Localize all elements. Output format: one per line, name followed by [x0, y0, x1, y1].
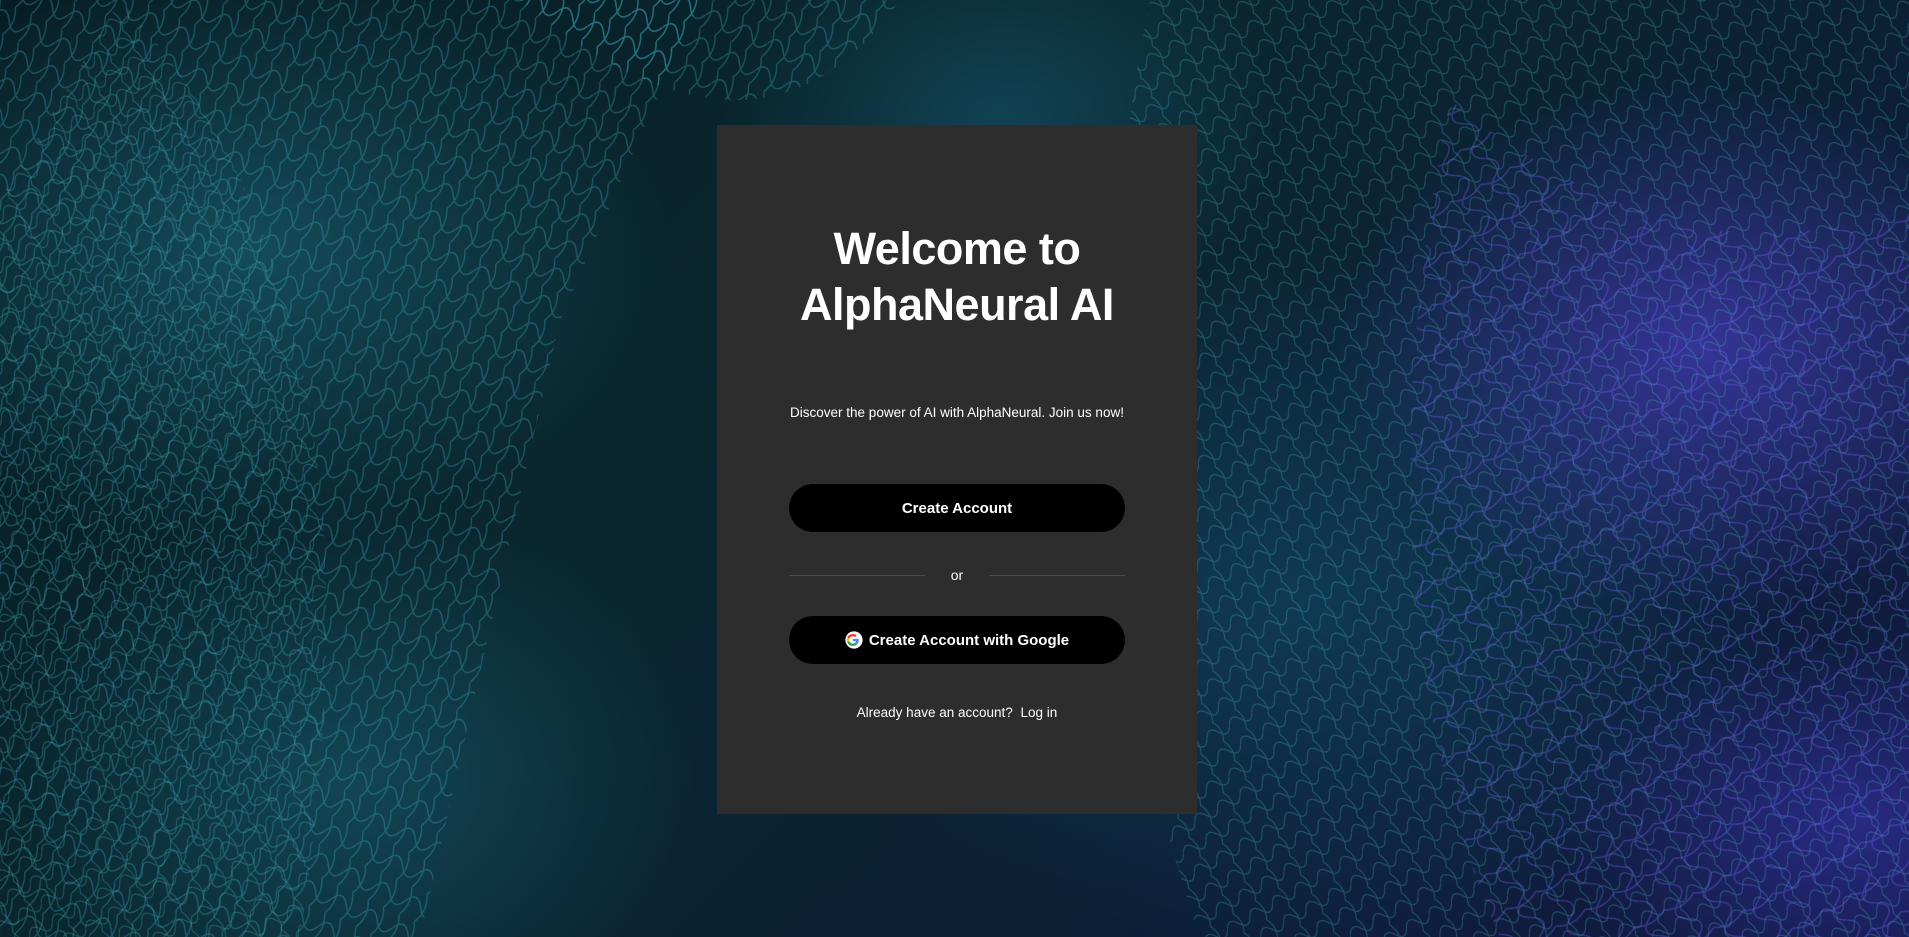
- divider-line-right: [989, 574, 1125, 576]
- create-account-button[interactable]: Create Account: [789, 484, 1125, 532]
- google-icon: [845, 631, 863, 649]
- or-divider: or: [789, 565, 1125, 585]
- title-line-1: Welcome to: [833, 223, 1081, 274]
- login-prompt: Already have an account?: [856, 705, 1013, 720]
- google-button-label: Create Account with Google: [868, 631, 1070, 649]
- signup-card: Welcome to AlphaNeural AI Discover the p…: [717, 125, 1197, 814]
- create-account-label: Create Account: [901, 499, 1013, 517]
- subtitle: Discover the power of AI with AlphaNeura…: [790, 405, 1124, 420]
- login-link[interactable]: Log in: [1021, 705, 1058, 720]
- page-title: Welcome to AlphaNeural AI: [717, 221, 1197, 333]
- divider-line-left: [789, 574, 925, 576]
- divider-text: or: [950, 567, 964, 583]
- login-row: Already have an account? Log in: [717, 705, 1197, 720]
- create-account-google-button[interactable]: Create Account with Google: [789, 616, 1125, 664]
- title-line-2: AlphaNeural AI: [800, 279, 1114, 330]
